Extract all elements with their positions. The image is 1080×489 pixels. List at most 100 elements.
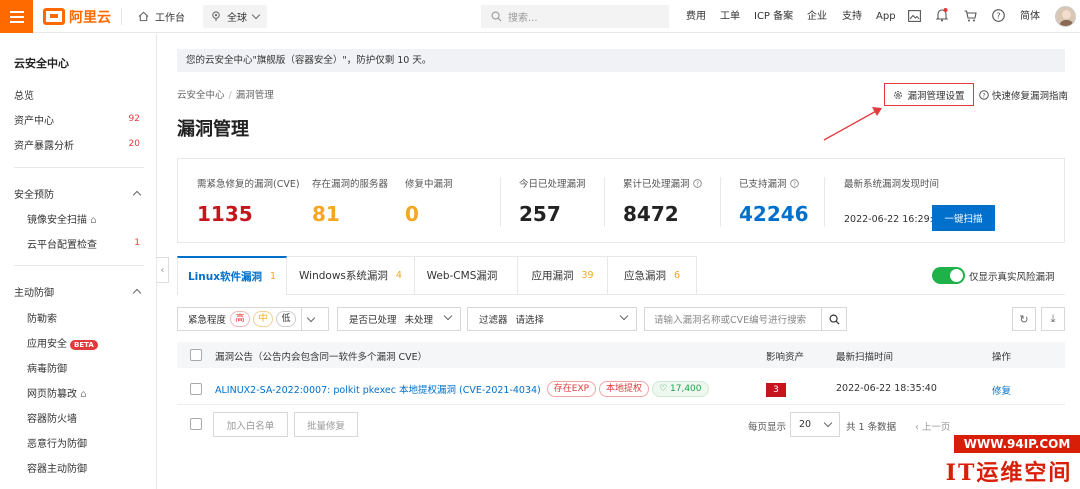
beta-badge: BETA: [70, 339, 98, 350]
tab-web-cms[interactable]: Web-CMS漏洞: [415, 256, 518, 295]
annotation-arrow-icon: [823, 107, 882, 141]
chevron-left-icon: ‹: [160, 264, 165, 276]
help-icon[interactable]: ?: [992, 9, 1005, 22]
add-whitelist-button[interactable]: 加入白名单: [213, 412, 288, 437]
download-button[interactable]: ⤓: [1041, 307, 1065, 331]
top-navigation-bar: 阿里云 工作台 全球 搜索... 费用 工单 ICP 备案 企业 支持 App …: [0, 0, 1080, 33]
refresh-icon: ↻: [1019, 312, 1029, 326]
tab-application[interactable]: 应用漏洞 39: [518, 256, 608, 295]
one-click-scan-button[interactable]: 一键扫描: [932, 205, 995, 231]
urgency-low-pill[interactable]: 低: [276, 311, 297, 327]
row-checkbox[interactable]: [190, 383, 202, 395]
sidebar-group-security-prevention[interactable]: 安全预防: [14, 186, 142, 201]
table-header: 漏洞公告（公告内会包含同一软件多个漏洞 CVE） 影响资产 最新扫描时间 操作: [177, 342, 1065, 368]
page-title: 漏洞管理: [177, 119, 249, 140]
sidebar: 云安全中心 总览 资产中心 92 资产暴露分析 20 安全预防 镜像安全扫描 ⌂ 云…: [0, 34, 157, 489]
urgency-high-pill[interactable]: 高: [230, 311, 251, 327]
real-risk-toggle-label: 仅显示真实风险漏洞: [969, 272, 1055, 283]
sidebar-group-active-defense[interactable]: 主动防御: [14, 284, 142, 299]
sidebar-collapse-button[interactable]: ‹: [157, 257, 169, 283]
affected-assets-count[interactable]: 3: [766, 383, 786, 397]
language-selector[interactable]: 简体: [1020, 0, 1040, 33]
sidebar-item-overview[interactable]: 总览: [14, 87, 140, 102]
breadcrumb-root[interactable]: 云安全中心: [177, 90, 225, 101]
exp-tag: 存在EXP: [546, 381, 597, 397]
svg-text:?: ?: [982, 91, 985, 99]
region-selector[interactable]: 全球: [203, 5, 267, 28]
vuln-search-input[interactable]: 请输入漏洞名称或CVE编号进行搜索: [644, 307, 822, 331]
urgency-mid-pill[interactable]: 中: [253, 311, 274, 327]
sidebar-item-cloud-config[interactable]: 云平台配置检查 1: [27, 236, 140, 251]
cart-icon[interactable]: [964, 10, 977, 22]
fix-link[interactable]: 修复: [992, 383, 1011, 397]
sidebar-item-asset-center[interactable]: 资产中心 92: [14, 112, 140, 127]
vuln-settings-button[interactable]: 漏洞管理设置: [884, 83, 974, 106]
chevron-down-icon: [619, 311, 629, 321]
expiry-notice: 您的云安全中心"旗舰版（容器安全）"，防护仅剩 10 天。: [177, 49, 1065, 72]
chevron-down-icon: [251, 10, 261, 20]
lock-icon: ⌂: [90, 214, 97, 226]
search-button[interactable]: [821, 307, 847, 331]
table-footer: 加入白名单 批量修复 每页显示 20 共 1 条数据 ‹ 上一页: [177, 412, 1065, 440]
svg-text:?: ?: [792, 181, 795, 187]
avatar[interactable]: [1055, 6, 1076, 27]
sidebar-item-antivirus[interactable]: 病毒防御: [27, 360, 140, 375]
sidebar-item-image-scan[interactable]: 镜像安全扫描 ⌂: [27, 211, 140, 226]
page-size-select[interactable]: 20: [790, 412, 840, 437]
aliyun-logo[interactable]: 阿里云: [43, 7, 111, 26]
urgency-filter[interactable]: 紧急程度 高 中 低: [177, 307, 329, 331]
site-watermark: WWW.94IP.COM IT运维空间: [938, 429, 1080, 489]
location-icon: [212, 11, 220, 22]
svg-text:?: ?: [996, 12, 1000, 21]
global-search-input[interactable]: 搜索...: [481, 5, 669, 28]
topbar-link-ticket[interactable]: 工单: [720, 0, 740, 33]
topbar-link-support[interactable]: 支持: [842, 0, 862, 33]
sidebar-item-app-security[interactable]: 应用安全 BETA: [27, 335, 140, 350]
tab-emergency[interactable]: 应急漏洞 6: [608, 256, 697, 295]
menu-icon[interactable]: [0, 0, 33, 33]
image-icon[interactable]: [908, 10, 921, 22]
search-icon: [491, 11, 502, 22]
chevron-down-icon: [823, 418, 833, 428]
bell-icon[interactable]: [936, 8, 948, 22]
privilege-tag: 本地提权: [599, 381, 650, 397]
quick-fix-guide-link[interactable]: ? 快速修复漏洞指南: [979, 83, 1068, 106]
sidebar-item-container-firewall[interactable]: 容器防火墙: [27, 410, 140, 425]
workbench-link[interactable]: 工作台: [130, 5, 193, 28]
handled-filter[interactable]: 是否已处理 未处理: [337, 307, 461, 331]
svg-text:?: ?: [695, 181, 698, 187]
sidebar-item-malicious-defense[interactable]: 恶意行为防御: [27, 435, 140, 450]
filter-selector[interactable]: 过滤器 请选择: [467, 307, 637, 331]
topbar-link-billing[interactable]: 费用: [686, 0, 706, 33]
latest-discovery-time: 2022-06-22 16:29:01: [844, 214, 945, 225]
home-icon: [138, 11, 149, 22]
sidebar-title: 云安全中心: [14, 57, 69, 70]
sidebar-item-web-tamper[interactable]: 网页防篡改 ⌂: [27, 385, 140, 400]
breadcrumb: 云安全中心 / 漏洞管理: [177, 90, 274, 101]
refresh-button[interactable]: ↻: [1012, 307, 1036, 331]
chevron-down-icon: [306, 313, 316, 322]
footer-select-checkbox[interactable]: [190, 418, 202, 430]
gear-icon: [894, 90, 903, 99]
topbar-link-enterprise[interactable]: 企业: [807, 0, 827, 33]
chevron-up-icon: [132, 190, 142, 199]
real-risk-toggle[interactable]: [932, 267, 965, 284]
sidebar-item-asset-exposure[interactable]: 资产暴露分析 20: [14, 137, 140, 152]
stats-panel: 需紧急修复的漏洞(CVE) 1135 存在漏洞的服务器 81 修复中漏洞 0 今…: [177, 158, 1065, 243]
batch-fix-button[interactable]: 批量修复: [294, 412, 358, 437]
sidebar-item-container-active[interactable]: 容器主动防御: [27, 460, 140, 475]
topbar-link-app[interactable]: App: [876, 0, 896, 33]
info-icon[interactable]: ?: [692, 178, 702, 188]
topbar-link-icp[interactable]: ICP 备案: [754, 0, 793, 33]
select-all-checkbox[interactable]: [190, 349, 202, 361]
help-icon: ?: [979, 89, 989, 100]
vuln-name-link[interactable]: ALINUX2-SA-2022:0007: polkit pkexec 本地提权…: [215, 382, 541, 396]
info-icon[interactable]: ?: [789, 178, 799, 188]
chevron-up-icon: [132, 288, 142, 297]
tab-windows[interactable]: Windows系统漏洞 4: [287, 256, 415, 295]
tab-linux[interactable]: Linux软件漏洞 1: [177, 256, 287, 295]
sidebar-item-ransomware[interactable]: 防勒索: [27, 310, 140, 325]
chevron-down-icon: [443, 311, 453, 321]
breadcrumb-current: 漏洞管理: [235, 90, 274, 101]
shield-icon: ♡: [659, 384, 668, 394]
